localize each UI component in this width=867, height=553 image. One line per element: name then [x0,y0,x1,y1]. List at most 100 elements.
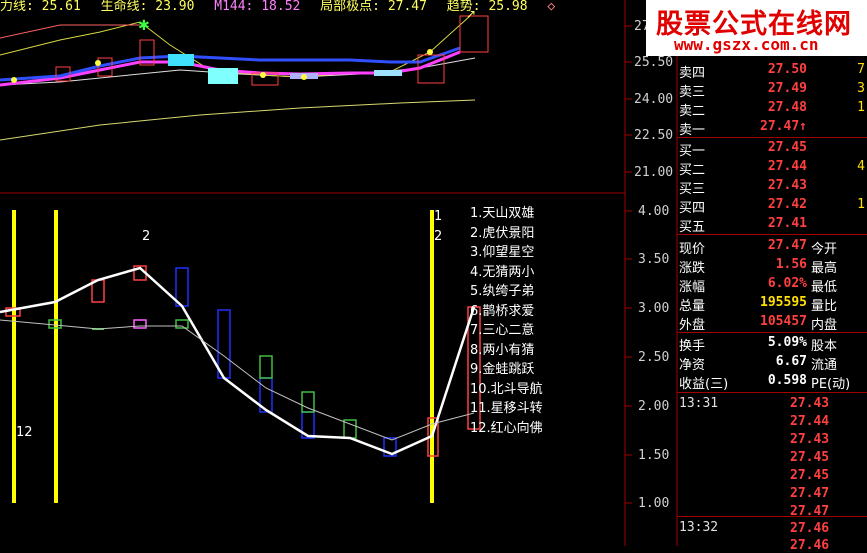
divider [677,137,867,138]
quote-row-volume: 总量 195595 量比 [677,295,867,314]
order-volume: 1 [857,100,865,115]
quote-label2: 今开 [811,242,838,257]
logo-url: www.gszx.com.cn [674,35,819,54]
order-label: 买一 [679,144,706,159]
quote-row-price: 现价 27.47 今开 [677,238,867,257]
lower-axis-label: 3.50 [638,252,670,267]
quote-label: 外盘 [679,318,706,333]
tick-time: 13:31 [679,396,719,411]
signal-item: 8.两小有猜 [470,342,535,358]
marker-2b: 2 [434,229,443,244]
order-row-sell1[interactable]: 卖一 27.47↑ [677,119,867,138]
order-price: 27.41 [767,216,807,231]
quote-label2: 最高 [811,261,838,276]
order-price: 27.43 [767,178,807,193]
divider [677,332,867,333]
legend-extreme: 局部极点: 27.47 [320,0,427,14]
tick-time: 13:32 [679,520,719,535]
order-volume: 3 [857,81,865,96]
upper-axis-label: 22.50 [634,128,674,143]
signal-item: 6.鹊桥求爱 [470,303,535,319]
tick-price: 27.44 [790,414,830,429]
order-price: 27.50 [767,62,807,77]
divider [677,516,867,517]
fund-label: 换手 [679,339,706,354]
indicator-legend: 力线: 25.61 生命线: 23.90 M144: 18.52 局部极点: 2… [0,0,567,14]
signal-item: 10.北斗导航 [470,381,543,397]
legend-power: 力线: 25.61 [0,0,81,14]
sub-indicator-line [0,319,475,441]
order-row-sell4[interactable]: 卖四 27.50 7 [677,62,867,81]
order-label: 卖三 [679,85,706,100]
order-row-buy3[interactable]: 买三 27.43 [677,178,867,197]
tick-price: 27.47 [790,486,830,501]
tick-price: 27.45 [790,468,830,483]
tick-price: 27.47 [790,504,830,519]
order-row-buy4[interactable]: 买四 27.42 1 [677,197,867,216]
order-volume: 7 [857,62,865,77]
quote-label: 涨幅 [679,280,706,295]
signal-item: 7.三心二意 [470,323,535,338]
candle [374,70,402,76]
quote-label2: 量比 [811,299,838,314]
order-row-buy1[interactable]: 买一 27.45 [677,140,867,159]
quote-label: 总量 [679,299,706,314]
legend-life: 生命线: 23.90 [100,0,195,14]
quote-value: 6.02% [767,276,807,291]
quote-label: 涨跌 [679,261,706,276]
order-row-buy5[interactable]: 买五 27.41 [677,216,867,235]
quote-row-change: 涨跌 1.56 最高 [677,257,867,276]
lower-axis-label: 2.00 [638,399,670,414]
order-label: 买五 [679,220,706,235]
order-price: 27.47↑ [760,119,807,134]
fund-label: 净资 [679,358,706,373]
legend-m144: M144: 18.52 [214,0,301,14]
signal-item: 9.金蛙跳跃 [470,362,535,377]
order-price: 27.42 [767,197,807,212]
fund-value: 5.09% [767,335,807,350]
main-indicator-line [0,266,476,456]
quote-label2: 内盘 [811,318,838,333]
tick-price: 27.43 [790,396,830,411]
signal-bar [430,210,434,503]
order-label: 买四 [679,201,706,216]
fund-row-turnover: 换手 5.09% 股本 [677,335,867,354]
signal-item: 4.无猜两小 [470,264,535,280]
quote-row-pct: 涨幅 6.02% 最低 [677,276,867,295]
quote-label2: 最低 [811,280,838,295]
quote-value: 27.47 [767,238,807,253]
quote-panel: 卖四 27.50 7 卖三 27.49 3 卖二 27.48 1 卖一 27.4… [677,0,867,546]
fund-label2: 流通 [811,358,838,373]
tick-price: 27.45 [790,450,830,465]
fund-label: 收益(三) [679,377,729,392]
order-volume: 1 [857,197,865,212]
order-row-buy2[interactable]: 买二 27.44 4 [677,159,867,178]
order-label: 买三 [679,182,706,197]
cyan-candle [168,54,194,66]
tick-price: 27.43 [790,432,830,447]
quote-value: 105457 [760,314,807,329]
signal-item: 5.纨绔子弟 [470,284,535,299]
signal-bar [54,210,58,503]
upper-axis-label: 24.00 [634,92,674,107]
marker-2: 2 [142,229,151,244]
quote-value: 195595 [760,295,807,310]
order-volume: 4 [857,159,865,174]
quote-label: 现价 [679,242,706,257]
fund-value: 0.598 [767,373,807,388]
fund-value: 6.67 [775,354,807,369]
lower-axis-label: 1.00 [638,496,670,511]
fund-row-netasset: 净资 6.67 流通 [677,354,867,373]
order-label: 卖二 [679,104,706,119]
order-row-sell3[interactable]: 卖三 27.49 3 [677,81,867,100]
signal-legend: 1.天山双雄 2.虎伏景阳 3.仰望星空 4.无猜两小 5.纨绔子弟 6.鹊桥求… [470,204,543,438]
fund-row-eps: 收益(三) 0.598 PE(动) [677,373,867,392]
signal-item: 12.红心向佛 [470,420,543,436]
order-price: 27.48 [767,100,807,115]
diamond-icon[interactable]: ◇ [547,0,555,14]
upper-axis-label: 25.50 [634,55,674,70]
order-label: 卖四 [679,66,706,81]
fund-label2: PE(动) [811,377,851,392]
order-row-sell2[interactable]: 卖二 27.48 1 [677,100,867,119]
signal-item: 1.天山双雄 [470,206,535,221]
